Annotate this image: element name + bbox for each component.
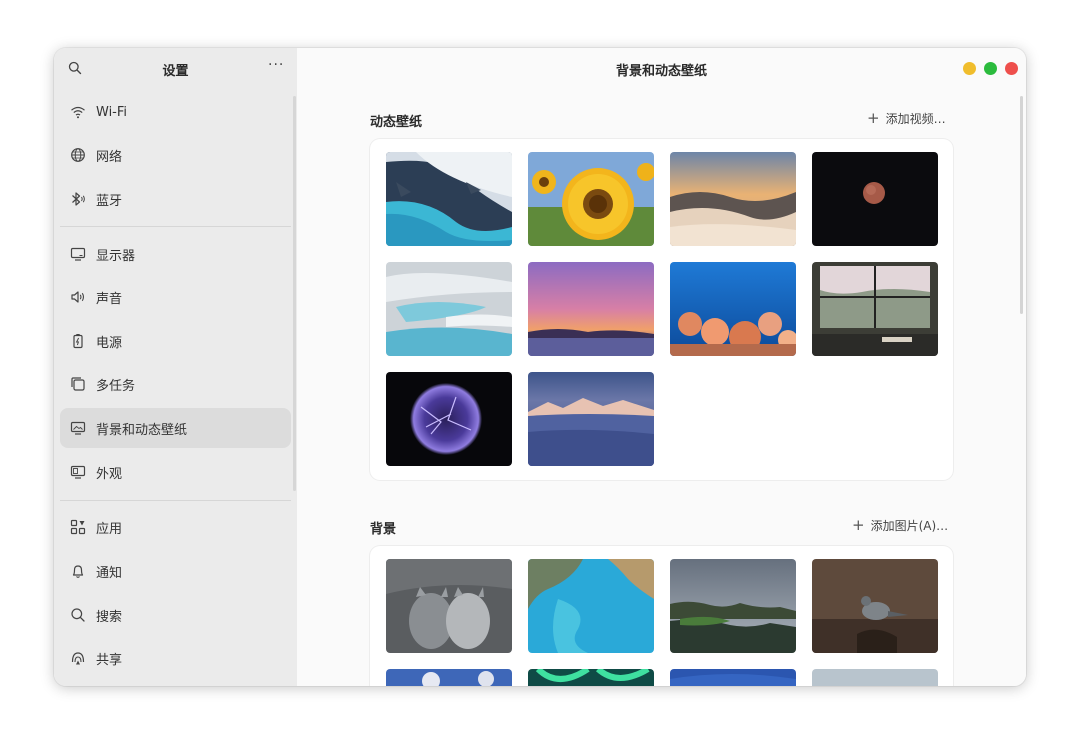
dynamic-wallpaper-title: 动态壁纸	[370, 115, 423, 130]
globe-icon	[71, 148, 85, 162]
background-thumbnail-blue-night[interactable]	[670, 669, 796, 686]
search-icon	[71, 608, 85, 622]
wallpaper-thumbnail-snowy-mountains[interactable]	[528, 372, 654, 466]
sidebar-item-label: 电源	[96, 335, 123, 351]
wallpaper-thumbnail-purple-sunset[interactable]	[528, 262, 654, 356]
wallpaper-thumbnail-planet-space[interactable]	[812, 152, 938, 246]
sidebar-item-apps[interactable]: 应用	[60, 507, 291, 547]
background-thumbnail-aurora[interactable]	[528, 669, 654, 686]
background-thumbnail-kittens[interactable]	[386, 559, 512, 653]
sidebar-item-wallpaper[interactable]: 背景和动态壁纸	[60, 408, 291, 448]
sidebar-title: 设置	[162, 64, 189, 79]
wallpaper-thumbnail-salt-terraces[interactable]	[386, 262, 512, 356]
background-thumbnail-sparrow[interactable]	[812, 559, 938, 653]
sidebar-item-label: 网络	[96, 149, 123, 165]
sidebar-divider	[60, 500, 291, 501]
wifi-icon	[71, 106, 85, 119]
bell-icon	[72, 565, 84, 578]
background-panel	[370, 546, 953, 686]
sidebar-header: 设置 ···	[54, 48, 297, 90]
minimize-button[interactable]	[963, 62, 976, 75]
background-thumbnail-turquoise-coast[interactable]	[528, 559, 654, 653]
sidebar-item-label: 通知	[96, 565, 123, 581]
battery-icon	[73, 334, 83, 349]
sidebar-item-label: 蓝牙	[96, 193, 123, 209]
sidebar-item-bluetooth[interactable]: 蓝牙	[60, 179, 291, 219]
sidebar: 设置 ··· Wi-Fi 网络 蓝牙 显示器 声音 电源 多任务 背景和动态壁纸…	[54, 48, 297, 686]
close-button[interactable]	[1005, 62, 1018, 75]
sidebar-item-label: 应用	[96, 521, 123, 537]
sidebar-item-sharing[interactable]: 共享	[60, 638, 291, 678]
sidebar-scrollbar[interactable]	[293, 96, 296, 491]
background-title: 背景	[370, 522, 397, 537]
sidebar-item-label: 共享	[96, 652, 123, 668]
sidebar-item-multitasking[interactable]: 多任务	[60, 364, 291, 404]
more-options-button[interactable]: ···	[268, 57, 284, 73]
apps-icon	[70, 519, 86, 535]
sidebar-item-label: Wi-Fi	[96, 104, 128, 120]
add-video-label: 添加视频…	[885, 111, 946, 126]
appearance-icon	[70, 465, 86, 479]
sidebar-item-notifications[interactable]: 通知	[60, 551, 291, 591]
wallpaper-thumbnail-sunset-clouds[interactable]	[670, 152, 796, 246]
bluetooth-icon	[72, 192, 85, 206]
sidebar-item-label: 外观	[96, 466, 123, 482]
background-thumbnail-misty-lake[interactable]	[812, 669, 938, 686]
add-image-label: 添加图片(A)…	[870, 518, 949, 533]
sidebar-item-power[interactable]: 电源	[60, 321, 291, 361]
sidebar-item-label: 显示器	[96, 248, 136, 264]
multitask-icon	[71, 377, 85, 391]
sidebar-item-network[interactable]: 网络	[60, 135, 291, 175]
sidebar-item-sound[interactable]: 声音	[60, 277, 291, 317]
wallpaper-icon	[70, 421, 86, 435]
plus-icon: +	[867, 109, 880, 127]
sidebar-item-label: 背景和动态壁纸	[96, 422, 188, 438]
dynamic-wallpaper-panel	[370, 139, 953, 480]
plus-icon: +	[852, 516, 865, 534]
maximize-button[interactable]	[984, 62, 997, 75]
add-video-button[interactable]: + 添加视频…	[867, 109, 946, 127]
background-thumbnail-flowers-sky[interactable]	[386, 669, 512, 686]
sidebar-divider	[60, 226, 291, 227]
wallpaper-thumbnail-window-garden[interactable]	[812, 262, 938, 356]
add-image-button[interactable]: + 添加图片(A)…	[852, 516, 948, 534]
sidebar-item-display[interactable]: 显示器	[60, 234, 291, 274]
main-scrollbar[interactable]	[1020, 96, 1023, 314]
sidebar-item-appearance[interactable]: 外观	[60, 452, 291, 492]
sidebar-item-label: 多任务	[96, 378, 136, 394]
wallpaper-thumbnail-sunflower[interactable]	[528, 152, 654, 246]
sidebar-item-label: 声音	[96, 291, 123, 307]
wallpaper-thumbnail-plasma-orb[interactable]	[386, 372, 512, 466]
share-icon	[71, 652, 85, 665]
monitor-icon	[70, 247, 86, 261]
sidebar-item-wifi[interactable]: Wi-Fi	[60, 92, 291, 132]
page-title: 背景和动态壁纸	[615, 64, 707, 79]
background-thumbnail-mossy-rocks[interactable]	[670, 559, 796, 653]
main-content: 背景和动态壁纸 动态壁纸 + 添加视频… 背景 + 添加图片(A)…	[297, 48, 1026, 686]
speaker-icon	[71, 291, 84, 303]
sidebar-item-search[interactable]: 搜索	[60, 595, 291, 635]
sidebar-item-label: 搜索	[96, 609, 123, 625]
settings-window: 设置 ··· Wi-Fi 网络 蓝牙 显示器 声音 电源 多任务 背景和动态壁纸…	[54, 48, 1026, 686]
wallpaper-thumbnail-coral-reef[interactable]	[670, 262, 796, 356]
wallpaper-thumbnail-glacier-river[interactable]	[386, 152, 512, 246]
